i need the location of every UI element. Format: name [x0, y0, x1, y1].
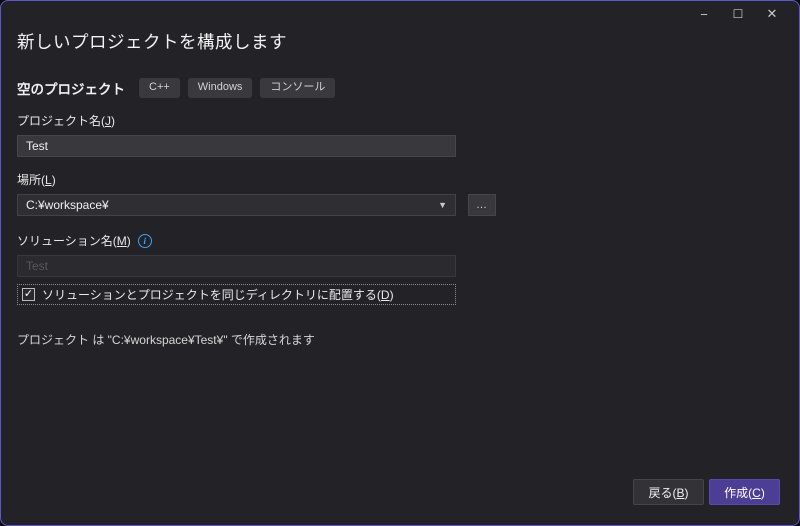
maximize-icon[interactable]: ☐	[721, 2, 755, 26]
project-path-note: プロジェクト は "C:¥workspace¥Test¥" で作成されます	[17, 333, 315, 347]
tag-project-kind: コンソール	[260, 78, 336, 98]
project-name-input[interactable]: Test	[17, 135, 456, 157]
close-icon[interactable]: ✕	[755, 2, 789, 26]
dialog-footer: 戻る(B) 作成(C)	[633, 479, 780, 505]
titlebar: − ☐ ✕	[1, 1, 799, 27]
tag-language: C++	[139, 78, 180, 98]
solution-name-input: Test	[17, 255, 456, 277]
same-directory-checkbox-label: ソリューションとプロジェクトを同じディレクトリに配置する(D)	[42, 288, 394, 302]
back-button[interactable]: 戻る(B)	[633, 479, 704, 505]
page-title: 新しいプロジェクトを構成します	[17, 32, 287, 52]
minimize-icon[interactable]: −	[687, 2, 721, 26]
solution-name-label-row: ソリューション名(M) i	[17, 232, 783, 249]
dialog-content: 新しいプロジェクトを構成します 空のプロジェクト C++ Windows コンソ…	[1, 29, 799, 348]
create-button[interactable]: 作成(C)	[709, 479, 780, 505]
same-directory-checkbox-row[interactable]: ✓ ソリューションとプロジェクトを同じディレクトリに配置する(D)	[17, 284, 456, 305]
checkbox-checked-icon[interactable]: ✓	[22, 288, 35, 301]
chevron-down-icon: ▼	[438, 200, 447, 210]
location-row: C:¥workspace¥ ▼ …	[17, 194, 783, 216]
project-type-tags: C++ Windows コンソール	[139, 78, 336, 98]
project-name-label: プロジェクト名(J)	[17, 114, 115, 128]
solution-name-label: ソリューション名(M)	[17, 234, 131, 248]
configure-new-project-dialog: − ☐ ✕ 新しいプロジェクトを構成します 空のプロジェクト C++ Windo…	[0, 0, 800, 526]
project-type-label: 空のプロジェクト	[17, 82, 125, 97]
location-combobox[interactable]: C:¥workspace¥ ▼	[17, 194, 456, 216]
info-icon[interactable]: i	[137, 233, 152, 248]
project-type-row: 空のプロジェクト C++ Windows コンソール	[17, 78, 783, 98]
browse-folder-button[interactable]: …	[468, 194, 496, 216]
location-label: 場所(L)	[17, 173, 56, 187]
tag-platform: Windows	[187, 78, 253, 98]
location-value: C:¥workspace¥	[26, 198, 109, 212]
